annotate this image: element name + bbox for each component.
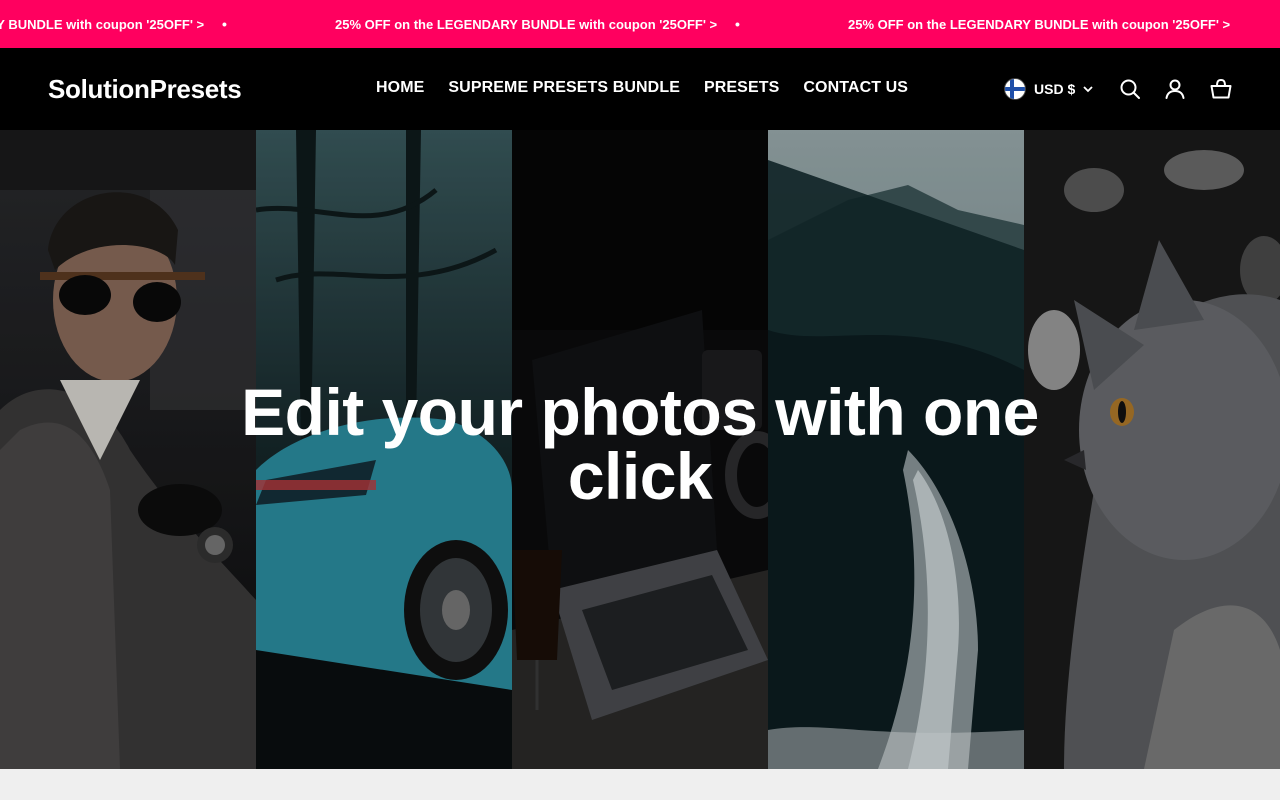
nav-home[interactable]: HOME [376, 79, 424, 97]
nav-supreme-presets-bundle[interactable]: SUPREME PRESETS BUNDLE [448, 79, 680, 97]
announcement-message[interactable]: 25% OFF on the LEGENDARY BUNDLE with cou… [0, 17, 222, 32]
announcement-message[interactable]: 25% OFF on the LEGENDARY BUNDLE with cou… [848, 17, 1248, 32]
nav-contact-us[interactable]: CONTACT US [803, 79, 908, 97]
search-icon[interactable] [1118, 77, 1142, 101]
site-logo[interactable]: SolutionPresets [48, 74, 242, 105]
cart-icon[interactable] [1209, 77, 1233, 101]
site-header: SolutionPresets HOME SUPREME PRESETS BUN… [0, 48, 1280, 130]
announcement-bar[interactable]: 25% OFF on the LEGENDARY BUNDLE with cou… [0, 0, 1280, 48]
hero-title-line1: Edit your photos with one [241, 375, 1039, 449]
hero-banner: Edit your photos with one click [0, 130, 1280, 769]
page-below-hero [0, 769, 1280, 800]
currency-selector[interactable]: USD $ [1004, 78, 1093, 100]
announcement-message[interactable]: 25% OFF on the LEGENDARY BUNDLE with cou… [335, 17, 735, 32]
announcement-separator: • [735, 16, 740, 32]
nav-presets[interactable]: PRESETS [704, 79, 779, 97]
finland-flag-icon [1004, 78, 1026, 100]
account-icon[interactable] [1163, 77, 1187, 101]
announcement-track: 25% OFF on the LEGENDARY BUNDLE with cou… [0, 0, 1248, 48]
announcement-separator: • [222, 16, 227, 32]
chevron-down-icon [1083, 86, 1093, 93]
currency-label: USD $ [1034, 81, 1076, 97]
hero-title-line2: click [567, 439, 713, 513]
hero-title: Edit your photos with one click [0, 375, 1280, 513]
main-nav: HOME SUPREME PRESETS BUNDLE PRESETS CONT… [376, 79, 908, 97]
